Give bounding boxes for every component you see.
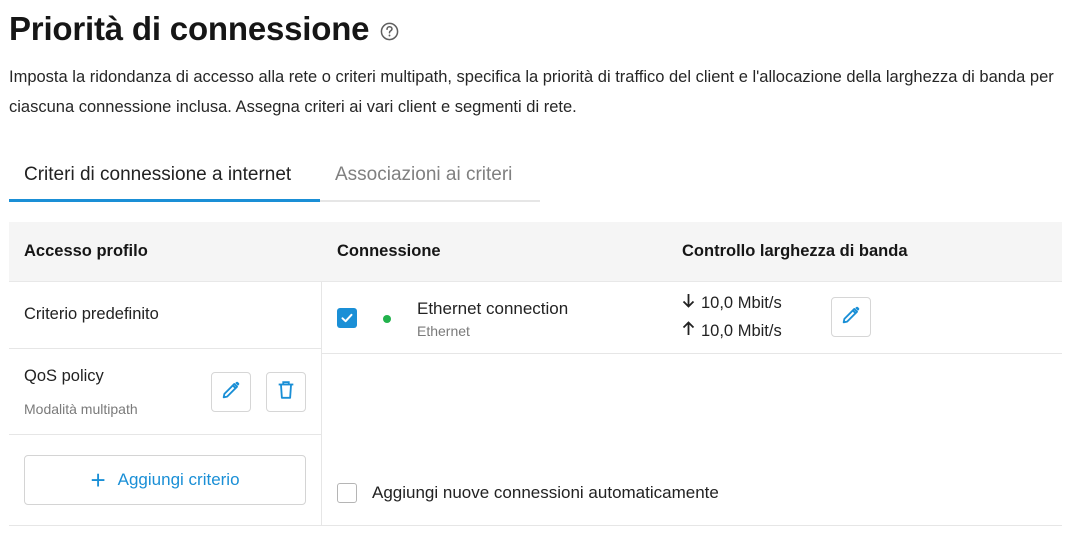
connection-checkbox[interactable] bbox=[337, 308, 357, 328]
arrow-up-icon bbox=[681, 321, 695, 341]
upload-value: 10,0 Mbit/s bbox=[701, 321, 782, 340]
profile-list: Criterio predefinito QoS policy Modalità… bbox=[9, 282, 322, 526]
trash-icon bbox=[275, 379, 297, 406]
arrow-down-icon bbox=[681, 293, 695, 313]
page-description: Imposta la ridondanza di accesso alla re… bbox=[9, 68, 1054, 116]
question-circle-icon[interactable] bbox=[380, 22, 399, 41]
auto-add-checkbox[interactable] bbox=[337, 483, 357, 503]
upload-limit: 10,0 Mbit/s bbox=[681, 321, 782, 341]
auto-add-label: Aggiungi nuove connessioni automaticamen… bbox=[372, 483, 719, 502]
connection-name: Ethernet connection bbox=[417, 299, 569, 318]
download-limit: 10,0 Mbit/s bbox=[681, 293, 782, 313]
auto-add-option[interactable]: Aggiungi nuove connessioni automaticamen… bbox=[337, 483, 719, 503]
profile-row-qos[interactable]: QoS policy Modalità multipath bbox=[9, 349, 321, 435]
connection-type: Ethernet bbox=[417, 323, 470, 339]
plus-icon: + bbox=[90, 465, 106, 495]
table-header: Accesso profilo Connessione Controllo la… bbox=[9, 222, 1062, 282]
edit-bandwidth-button[interactable] bbox=[831, 297, 871, 337]
header-bandwidth: Controllo larghezza di banda bbox=[682, 242, 908, 260]
connection-row: Ethernet connection Ethernet 10,0 Mbit/s… bbox=[322, 282, 1062, 354]
edit-policy-button[interactable] bbox=[211, 372, 251, 412]
tab-associazioni-criteri[interactable]: Associazioni ai criteri bbox=[320, 155, 512, 202]
pencil-icon bbox=[220, 379, 242, 406]
header-profile: Accesso profilo bbox=[24, 242, 148, 260]
checkmark-icon bbox=[341, 313, 353, 323]
profile-name: Criterio predefinito bbox=[24, 305, 159, 323]
tab-bar: Criteri di connessione a internet Associ… bbox=[9, 155, 540, 202]
profile-subtitle: Modalità multipath bbox=[24, 401, 138, 417]
profile-row-default[interactable]: Criterio predefinito bbox=[9, 282, 321, 349]
download-value: 10,0 Mbit/s bbox=[701, 293, 782, 312]
header-connection: Connessione bbox=[337, 242, 441, 260]
tab-criteri-connessione[interactable]: Criteri di connessione a internet bbox=[9, 155, 320, 202]
profile-name: QoS policy bbox=[24, 367, 104, 385]
table-bottom-divider bbox=[9, 525, 1062, 526]
delete-policy-button[interactable] bbox=[266, 372, 306, 412]
add-policy-label: Aggiungi criterio bbox=[117, 470, 240, 489]
page-header: Priorità di connessione bbox=[9, 10, 399, 48]
page-title: Priorità di connessione bbox=[9, 10, 370, 47]
status-dot-icon bbox=[383, 315, 391, 323]
pencil-icon bbox=[840, 304, 862, 331]
add-policy-button[interactable]: + Aggiungi criterio bbox=[24, 455, 306, 505]
